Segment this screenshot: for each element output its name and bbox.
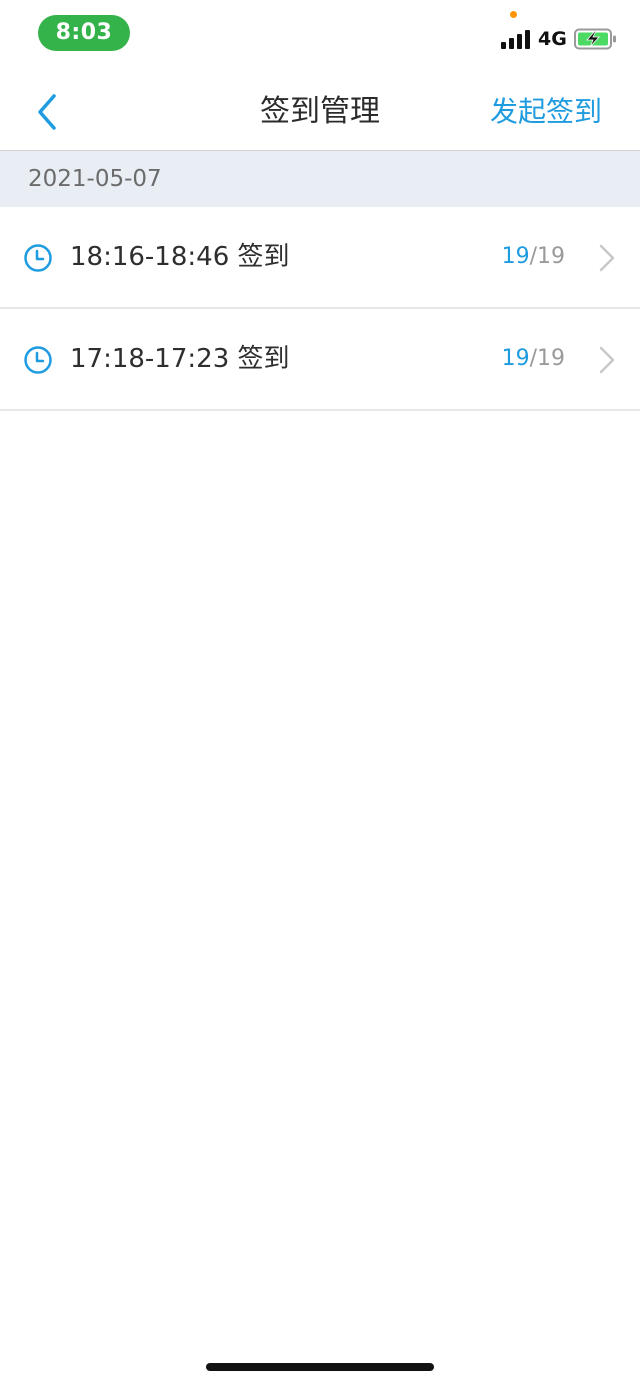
checkin-count: 19/19 <box>502 207 565 307</box>
chevron-right-icon <box>599 244 615 272</box>
checkin-list-item[interactable]: 17:18-17:23 签到 19/19 <box>0 309 640 411</box>
clock-icon <box>24 244 52 272</box>
clock-icon <box>24 346 52 374</box>
nav-bar: 签到管理 发起签到 <box>0 70 640 151</box>
checkin-total-count: /19 <box>529 346 565 371</box>
start-checkin-button[interactable]: 发起签到 <box>490 90 602 134</box>
chevron-right-icon <box>599 346 615 374</box>
checkin-signed-count: 19 <box>501 244 530 269</box>
checkin-list: 18:16-18:46 签到 19/19 17:18-17:23 签到 19/1… <box>0 207 640 411</box>
status-time: 8:03 <box>38 15 130 51</box>
checkin-list-item[interactable]: 18:16-18:46 签到 19/19 <box>0 207 640 309</box>
checkin-signed-count: 19 <box>501 346 530 371</box>
network-type-label: 4G <box>538 28 567 50</box>
privacy-indicator-dot <box>510 11 517 18</box>
checkin-count: 19/19 <box>502 309 565 409</box>
signal-icon <box>501 30 530 49</box>
checkin-total-count: /19 <box>529 244 565 269</box>
section-date: 2021-05-07 <box>28 166 162 192</box>
checkin-time-range: 18:16-18:46 签到 <box>70 242 290 272</box>
checkin-time-range: 17:18-17:23 签到 <box>70 344 290 374</box>
battery-charging-icon <box>574 28 616 50</box>
date-section-header: 2021-05-07 <box>0 151 640 207</box>
screen: 8:03 4G 签到管理 发起签到 2021-05-07 18:16-18:46… <box>0 0 640 1386</box>
home-indicator[interactable] <box>206 1363 434 1371</box>
status-bar: 8:03 4G <box>0 0 640 70</box>
